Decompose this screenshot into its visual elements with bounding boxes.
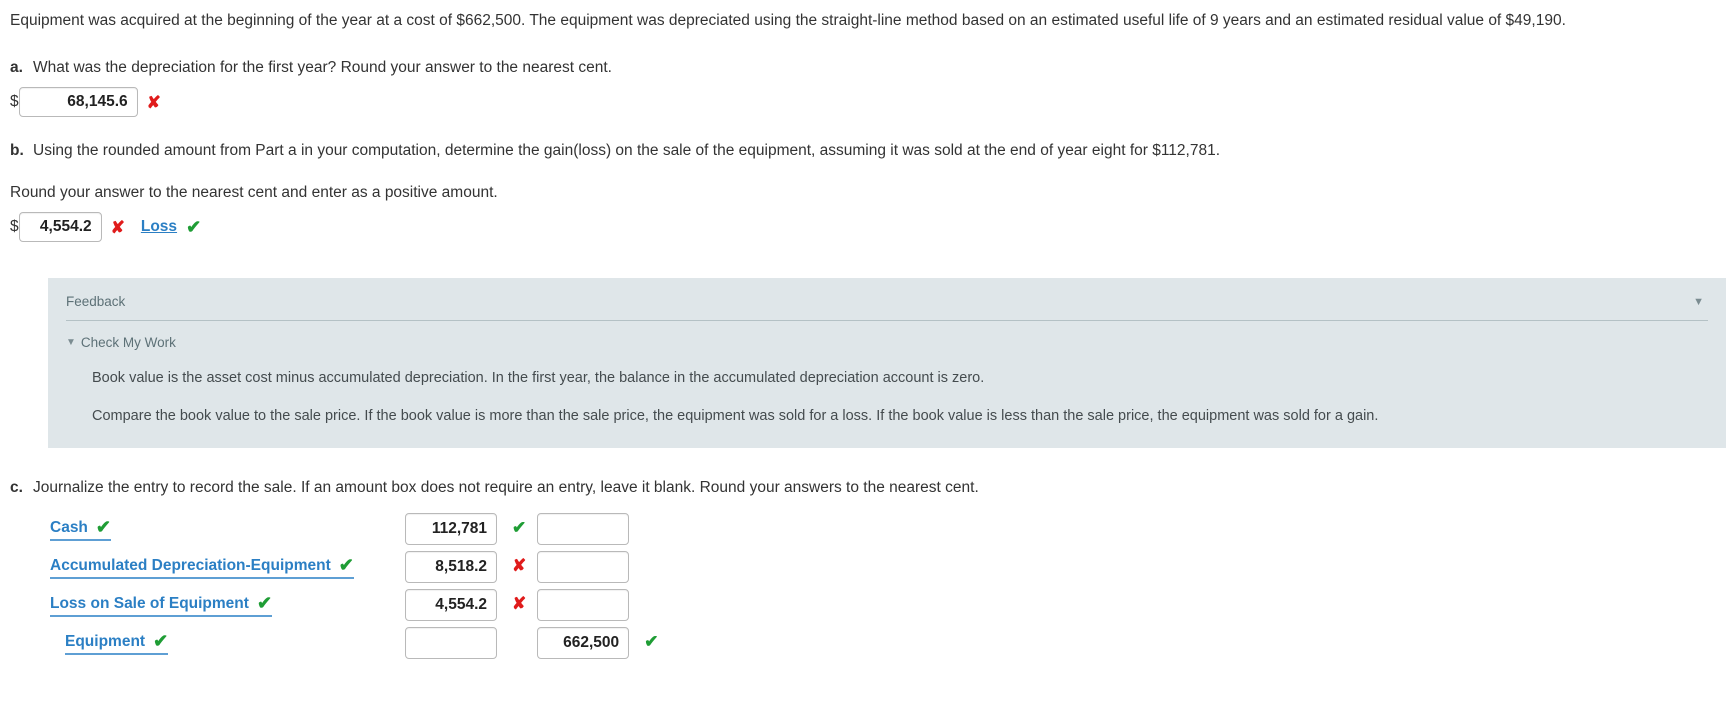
part-b-answer-row: $ ✘ Loss ✔ — [10, 212, 1719, 242]
part-c-instruction-line: c. Journalize the entry to record the sal… — [10, 476, 1719, 500]
debit-cell — [405, 624, 531, 662]
credit-input[interactable] — [537, 627, 630, 659]
account-cell: Loss on Sale of Equipment ✔ — [10, 586, 405, 624]
credit-cell: ✔ — [537, 624, 663, 662]
account-label: Accumulated Depreciation-Equipment — [50, 556, 331, 574]
debit-cell: ✘ — [405, 586, 531, 624]
caret-down-icon: ▼ — [66, 337, 76, 348]
part-a-block: a. What was the depreciation for the firs… — [10, 56, 1719, 117]
account-cell: Accumulated Depreciation-Equipment ✔ — [10, 548, 405, 586]
feedback-line-2: Compare the book value to the sale price… — [92, 408, 1379, 424]
part-b-question-line: b. Using the rounded amount from Part a i… — [10, 139, 1719, 163]
part-b-question: Using the rounded amount from Part a in … — [33, 142, 1221, 159]
part-a-wrong-icon: ✘ — [146, 92, 161, 112]
part-a-answer-row: $ ✘ — [10, 87, 1719, 117]
debit-correct-icon: ✔ — [512, 518, 527, 537]
debit-input[interactable] — [405, 627, 497, 659]
table-row: Equipment ✔ ✔ — [10, 624, 663, 662]
debit-wrong-icon: ✘ — [512, 594, 527, 613]
part-b-wrong-icon: ✘ — [110, 217, 125, 237]
debit-input[interactable] — [405, 589, 497, 621]
account-label: Cash — [50, 518, 88, 536]
exercise-page: Equipment was acquired at the beginning … — [0, 0, 1729, 662]
account-correct-icon: ✔ — [256, 593, 273, 613]
part-a-question-line: a. What was the depreciation for the firs… — [10, 56, 1719, 80]
credit-cell — [537, 548, 663, 586]
debit-cell: ✔ — [405, 510, 531, 548]
part-a-currency-symbol: $ — [10, 93, 19, 110]
journal-entry-table: Cash ✔ ✔ — [10, 510, 663, 662]
part-b-currency-symbol: $ — [10, 218, 19, 235]
debit-input[interactable] — [405, 513, 497, 545]
part-b-sub-instruction: Round your answer to the nearest cent an… — [10, 184, 498, 201]
account-link-loss-on-sale-of-equipment[interactable]: Loss on Sale of Equipment ✔ — [50, 593, 273, 617]
account-label: Loss on Sale of Equipment — [50, 594, 249, 612]
part-a-answer-input[interactable] — [18, 87, 138, 117]
account-correct-icon: ✔ — [338, 555, 354, 575]
account-link-accumulated-depreciation-equipment[interactable]: Accumulated Depreciation-Equipment ✔ — [50, 555, 354, 579]
table-row: Loss on Sale of Equipment ✔ ✘ — [10, 586, 663, 624]
part-a-letter: a. — [10, 59, 23, 76]
account-label: Equipment — [65, 632, 146, 650]
credit-correct-icon: ✔ — [644, 632, 659, 651]
account-correct-icon: ✔ — [153, 631, 169, 651]
part-c-letter: c. — [10, 479, 23, 496]
feedback-divider — [66, 320, 1708, 321]
check-my-work-toggle[interactable]: ▼ Check My Work — [66, 335, 1708, 350]
credit-input[interactable] — [537, 589, 630, 621]
part-c-block: c. Journalize the entry to record the sal… — [10, 476, 1719, 662]
table-row: Cash ✔ ✔ — [10, 510, 663, 548]
account-link-cash[interactable]: Cash ✔ — [50, 517, 111, 541]
part-b-gain-loss-select[interactable]: Loss — [141, 218, 177, 236]
feedback-header: Feedback ▼ — [66, 294, 1708, 309]
part-b-block: b. Using the rounded amount from Part a i… — [10, 139, 1719, 242]
part-b-letter: b. — [10, 142, 24, 159]
feedback-line-1: Book value is the asset cost minus accum… — [92, 370, 985, 386]
check-my-work-label: Check My Work — [80, 335, 176, 350]
credit-cell — [537, 586, 663, 624]
credit-cell — [537, 510, 663, 548]
account-cell: Equipment ✔ — [10, 624, 405, 662]
problem-statement: Equipment was acquired at the beginning … — [10, 12, 1566, 29]
debit-wrong-icon: ✘ — [512, 556, 527, 575]
credit-input[interactable] — [537, 551, 630, 583]
debit-cell: ✘ — [405, 548, 531, 586]
table-row: Accumulated Depreciation-Equipment ✔ ✘ — [10, 548, 663, 586]
debit-input[interactable] — [405, 551, 497, 583]
credit-input[interactable] — [537, 513, 630, 545]
part-c-instruction: Journalize the entry to record the sale.… — [33, 479, 979, 496]
chevron-down-icon[interactable]: ▼ — [1689, 296, 1708, 308]
feedback-panel: Feedback ▼ ▼ Check My Work Book value is… — [48, 278, 1726, 448]
part-b-gain-loss-correct-icon: ✔ — [186, 217, 202, 237]
account-correct-icon: ✔ — [95, 517, 111, 537]
feedback-title: Feedback — [66, 294, 126, 309]
part-a-question: What was the depreciation for the first … — [33, 59, 612, 76]
account-cell: Cash ✔ — [10, 510, 405, 548]
part-b-answer-input[interactable] — [18, 212, 102, 242]
account-link-equipment[interactable]: Equipment ✔ — [65, 631, 169, 655]
check-my-work-body: Book value is the asset cost minus accum… — [66, 368, 1708, 426]
